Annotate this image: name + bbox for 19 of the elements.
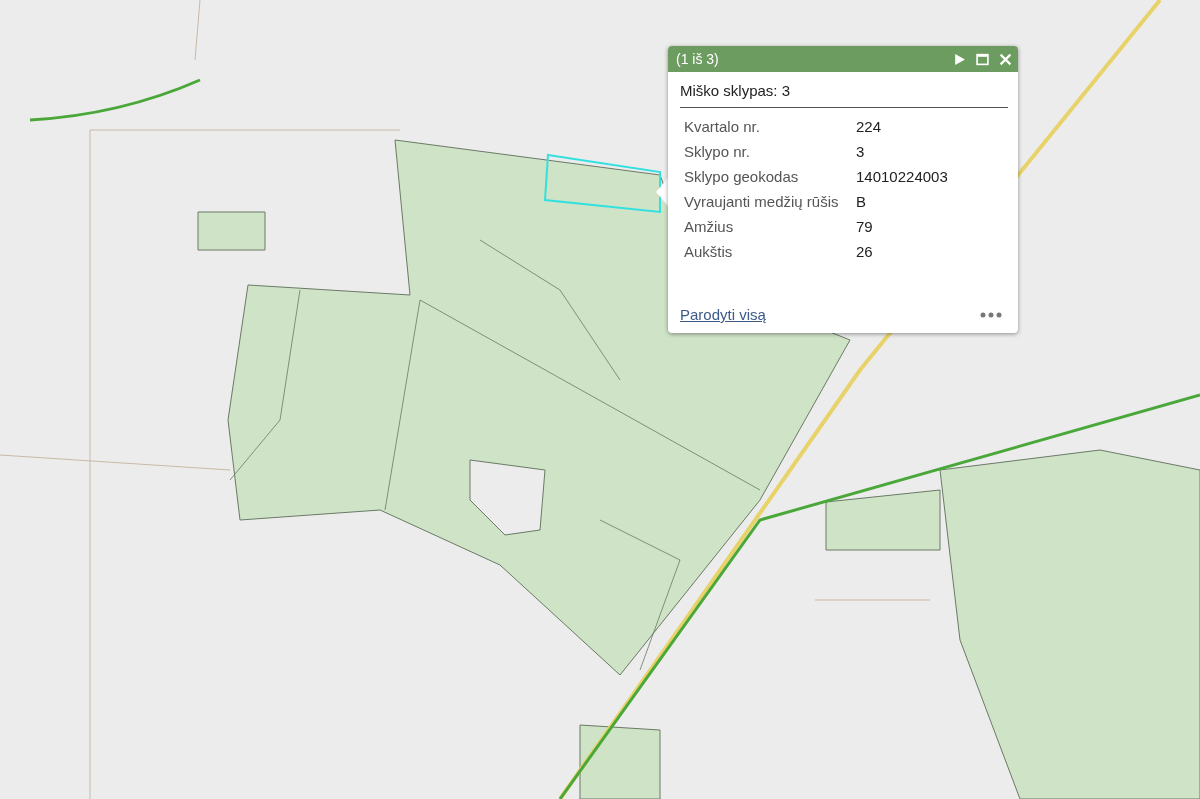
more-icon[interactable] [980, 311, 1002, 318]
field-value: B [856, 193, 867, 210]
field-value: 14010224003 [856, 168, 949, 185]
field-value: 26 [856, 243, 874, 260]
field-label: Kvartalo nr. [684, 118, 761, 135]
play-icon[interactable] [953, 52, 966, 66]
popup-title: Miško sklypas: 3 [680, 82, 1008, 108]
field-label: Sklypo nr. [684, 143, 751, 160]
field-label: Aukštis [684, 243, 734, 260]
maximize-icon[interactable] [976, 52, 989, 66]
field-value: 79 [856, 218, 874, 235]
field-label: Sklypo geokodas [684, 168, 800, 185]
show-all-link[interactable]: Parodyti visą [680, 306, 766, 323]
field-label: Vyraujanti medžių rūšis [684, 193, 840, 210]
field-value: 224 [856, 118, 883, 135]
field-label: Amžius [684, 218, 735, 235]
popup-counter: (1 iš 3) [676, 51, 720, 67]
field-value: 3 [856, 143, 866, 160]
close-icon[interactable] [999, 52, 1012, 66]
